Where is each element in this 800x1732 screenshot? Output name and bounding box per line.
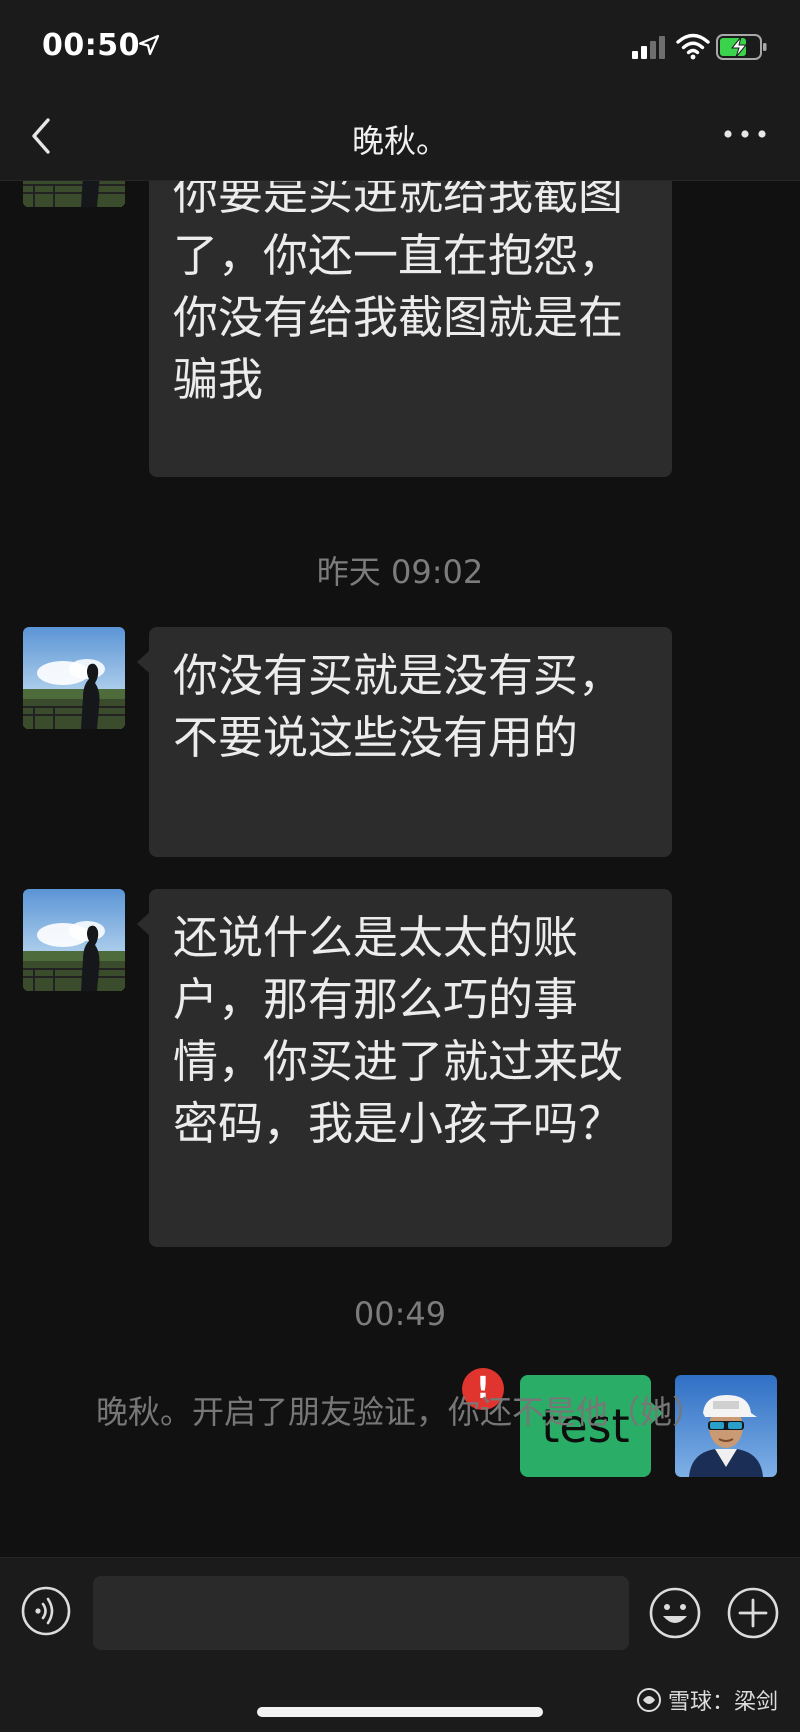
contact-avatar-image xyxy=(23,181,125,207)
chat-header: 晚秋。 xyxy=(0,96,800,181)
chat-title: 晚秋。 xyxy=(351,122,448,160)
message-timestamp: 00:49 xyxy=(353,1295,447,1333)
home-indicator[interactable] xyxy=(257,1707,543,1717)
status-time: 00:50 xyxy=(42,28,140,63)
add-more-icon[interactable] xyxy=(726,1586,780,1640)
message-input[interactable] xyxy=(93,1576,629,1650)
contact-avatar-image xyxy=(23,627,125,729)
xueqiu-logo-icon xyxy=(636,1688,661,1712)
watermark-text: 雪球：梁剑 xyxy=(667,1690,778,1715)
bubble-tail xyxy=(137,913,149,935)
contact-avatar[interactable] xyxy=(23,889,125,991)
contact-avatar[interactable] xyxy=(23,627,125,729)
received-message-bubble[interactable]: 你根本就是没有买进，你要是买进就给我截图了，你还一直在抱怨，你没有给我截图就是在… xyxy=(149,181,672,477)
location-arrow-icon xyxy=(138,34,160,56)
friend-verification-notice: 晚秋。开启了朋友验证，你还不是他（她） xyxy=(95,1393,704,1431)
chat-message-list[interactable]: 你根本就是没有买进，你要是买进就给我截图了，你还一直在抱怨，你没有给我截图就是在… xyxy=(0,181,800,1557)
more-options-icon[interactable] xyxy=(720,122,770,146)
cellular-signal-icon xyxy=(632,36,665,59)
received-message-bubble[interactable]: 你没有买就是没有买，不要说这些没有用的 xyxy=(149,627,672,857)
emoji-icon[interactable] xyxy=(648,1586,702,1640)
voice-input-icon[interactable] xyxy=(21,1586,71,1636)
input-bar: 雪球：梁剑 xyxy=(0,1557,800,1732)
wifi-icon xyxy=(676,33,710,60)
battery-charging-icon xyxy=(716,34,767,60)
bubble-tail xyxy=(137,651,149,673)
message-timestamp: 昨天 09:02 xyxy=(316,553,484,591)
contact-avatar-image xyxy=(23,889,125,991)
watermark: 雪球：梁剑 xyxy=(636,1684,778,1716)
status-bar: 00:50 xyxy=(0,0,800,96)
contact-avatar[interactable] xyxy=(23,181,125,207)
received-message-bubble[interactable]: 还说什么是太太的账户，那有那么巧的事情，你买进了就过来改密码，我是小孩子吗？ xyxy=(149,889,672,1247)
